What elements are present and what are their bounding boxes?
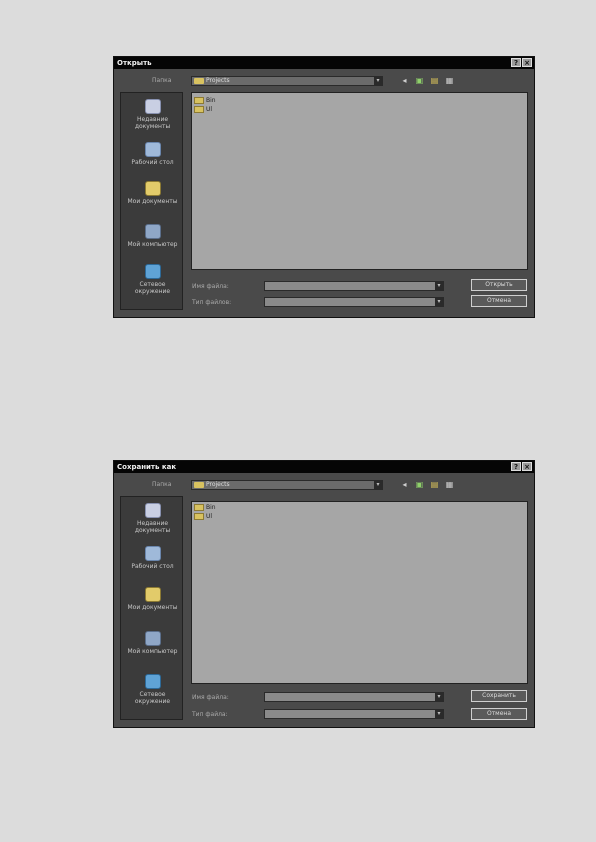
list-item[interactable]: Bin: [194, 504, 216, 511]
my-documents-icon: [144, 587, 161, 602]
file-list[interactable]: Bin Ul: [191, 92, 528, 270]
current-folder: Projects: [206, 481, 230, 488]
filetype-select[interactable]: ▾: [264, 709, 444, 719]
recent-documents-icon: [144, 503, 161, 518]
places-bar: Недавние документы Рабочий стол Мои доку…: [120, 92, 183, 310]
chevron-down-icon[interactable]: ▾: [374, 77, 382, 85]
network-icon: [144, 264, 161, 279]
my-documents-icon: [144, 181, 161, 196]
file-name: Bin: [206, 504, 216, 511]
place-my-documents[interactable]: Мои документы: [121, 181, 184, 205]
place-label: Недавние документы: [134, 520, 171, 534]
place-label: Недавние документы: [134, 116, 171, 130]
place-label: Мои документы: [127, 604, 178, 611]
look-in-dropdown[interactable]: Projects ▾: [191, 480, 383, 490]
filename-input[interactable]: ▾: [264, 281, 444, 291]
filetype-label: Тип файла:: [192, 711, 228, 718]
new-folder-icon[interactable]: ▤: [429, 76, 440, 86]
chevron-down-icon[interactable]: ▾: [435, 710, 443, 718]
filename-label: Имя файла:: [192, 283, 229, 290]
place-desktop[interactable]: Рабочий стол: [121, 546, 184, 570]
file-name: Ul: [206, 106, 213, 113]
place-network[interactable]: Сетевое окружение: [121, 674, 184, 705]
chevron-down-icon[interactable]: ▾: [435, 282, 443, 290]
cancel-button[interactable]: Отмена: [471, 295, 527, 307]
place-label: Мой компьютер: [127, 241, 178, 248]
list-item[interactable]: Bin: [194, 97, 216, 104]
place-desktop[interactable]: Рабочий стол: [121, 142, 184, 166]
folder-icon: [194, 504, 204, 511]
close-button[interactable]: ×: [522, 462, 532, 471]
place-my-computer[interactable]: Мой компьютер: [121, 631, 184, 655]
open-button[interactable]: Открыть: [471, 279, 527, 291]
save-dialog-titlebar: Сохранить как ? ×: [114, 461, 534, 473]
desktop-icon: [144, 546, 161, 561]
look-in-label: Папка: [152, 77, 172, 84]
place-recent-documents[interactable]: Недавние документы: [121, 503, 184, 534]
file-name: Bin: [206, 97, 216, 104]
dialog-title: Сохранить как: [117, 463, 177, 471]
recent-documents-icon: [144, 99, 161, 114]
place-label: Мой компьютер: [127, 648, 178, 655]
current-folder: Projects: [206, 77, 230, 84]
look-in-dropdown[interactable]: Projects ▾: [191, 76, 383, 86]
network-icon: [144, 674, 161, 689]
folder-icon: [194, 482, 204, 488]
help-button[interactable]: ?: [511, 462, 521, 471]
help-button[interactable]: ?: [511, 58, 521, 67]
chevron-down-icon[interactable]: ▾: [435, 298, 443, 306]
place-network[interactable]: Сетевое окружение: [121, 264, 184, 295]
place-label: Рабочий стол: [131, 563, 174, 570]
filename-input[interactable]: ▾: [264, 692, 444, 702]
close-button[interactable]: ×: [522, 58, 532, 67]
folder-icon: [194, 78, 204, 84]
list-item[interactable]: Ul: [194, 513, 212, 520]
file-name: Ul: [206, 513, 213, 520]
place-my-computer[interactable]: Мой компьютер: [121, 224, 184, 248]
back-icon[interactable]: ◂: [399, 76, 410, 86]
place-my-documents[interactable]: Мои документы: [121, 587, 184, 611]
filename-label: Имя файла:: [192, 694, 229, 701]
look-in-label: Папка: [152, 481, 172, 488]
up-folder-icon[interactable]: ▣: [414, 76, 425, 86]
place-label: Сетевое окружение: [134, 691, 171, 705]
filetype-label: Тип файлов:: [192, 299, 232, 306]
chevron-down-icon[interactable]: ▾: [374, 481, 382, 489]
folder-icon: [194, 513, 204, 520]
places-bar: Недавние документы Рабочий стол Мои доку…: [120, 496, 183, 720]
new-folder-icon[interactable]: ▤: [429, 480, 440, 490]
chevron-down-icon[interactable]: ▾: [435, 693, 443, 701]
desktop-icon: [144, 142, 161, 157]
cancel-button[interactable]: Отмена: [471, 708, 527, 720]
list-item[interactable]: Ul: [194, 106, 212, 113]
place-label: Мои документы: [127, 198, 178, 205]
my-computer-icon: [144, 631, 161, 646]
place-label: Рабочий стол: [131, 159, 174, 166]
folder-icon: [194, 106, 204, 113]
open-dialog: Открыть ? × Папка Projects ▾ ◂ ▣ ▤ ▦ Нед…: [113, 56, 535, 318]
file-list[interactable]: Bin Ul: [191, 501, 528, 684]
save-button[interactable]: Сохранить: [471, 690, 527, 702]
back-icon[interactable]: ◂: [399, 480, 410, 490]
dialog-title: Открыть: [117, 59, 152, 67]
view-menu-icon[interactable]: ▦: [444, 480, 455, 490]
place-label: Сетевое окружение: [134, 281, 171, 295]
dialog-toolbar: ◂ ▣ ▤ ▦: [399, 76, 455, 86]
folder-icon: [194, 97, 204, 104]
filetype-select[interactable]: ▾: [264, 297, 444, 307]
save-as-dialog: Сохранить как ? × Папка Projects ▾ ◂ ▣ ▤…: [113, 460, 535, 728]
place-recent-documents[interactable]: Недавние документы: [121, 99, 184, 130]
my-computer-icon: [144, 224, 161, 239]
open-dialog-titlebar: Открыть ? ×: [114, 57, 534, 69]
view-menu-icon[interactable]: ▦: [444, 76, 455, 86]
up-folder-icon[interactable]: ▣: [414, 480, 425, 490]
dialog-toolbar: ◂ ▣ ▤ ▦: [399, 480, 455, 490]
